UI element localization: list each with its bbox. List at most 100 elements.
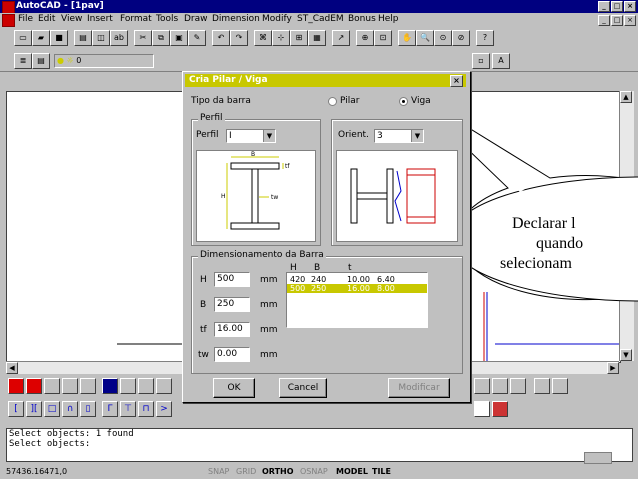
help-icon[interactable]: ? [476,30,494,46]
spelling-icon[interactable]: ab [110,30,128,46]
match-properties-icon[interactable]: ✎ [188,30,206,46]
text-style-icon[interactable]: A [492,53,510,69]
menu-file[interactable]: File [18,14,33,24]
command-hscroll[interactable] [584,452,612,464]
doc-restore-button[interactable]: □ [611,15,623,26]
report-tool-icon[interactable] [492,401,508,417]
cancel-button[interactable]: Cancel [279,378,327,398]
viewports-icon[interactable]: ⊡ [374,30,392,46]
tile-toggle[interactable]: TILE [372,467,391,476]
doc-minimize-button[interactable]: _ [598,15,610,26]
beam-tool-icon[interactable] [62,378,78,394]
redo-icon[interactable]: ↷ [230,30,248,46]
ucs-icon[interactable]: ⊞ [290,30,308,46]
menu-bonus[interactable]: Bonus [348,14,376,24]
double-c-section-icon[interactable]: ][ [26,401,42,417]
named-views-icon[interactable]: ⊕ [356,30,374,46]
model-toggle[interactable]: MODEL [336,467,368,476]
minimize-button[interactable]: _ [598,1,610,12]
cut-icon[interactable]: ✂ [134,30,152,46]
double-box-section-icon[interactable]: ▯ [80,401,96,417]
menu-st-cadem[interactable]: ST_CadEM [297,14,344,24]
close-button[interactable]: × [624,1,636,12]
scroll-down-icon[interactable]: ▼ [620,349,632,361]
properties-icon[interactable]: ▫ [472,53,490,69]
section-tool-icon[interactable] [138,378,154,394]
menu-view[interactable]: View [61,14,82,24]
detail-tool-icon[interactable] [120,378,136,394]
command-line[interactable]: Select objects: 1 found Select objects: [6,428,633,462]
frame-tool-icon[interactable] [552,378,568,394]
plate-tool-icon[interactable] [510,378,526,394]
chevron-down-icon[interactable]: ▼ [263,130,275,142]
bolt-tool-icon[interactable] [492,378,508,394]
osnap-toggle[interactable]: OSNAP [300,467,328,476]
ok-button[interactable]: OK [213,378,255,398]
command-scrollbar[interactable] [620,430,632,450]
menu-dimension[interactable]: Dimension [212,14,260,24]
blue-tool-icon[interactable] [102,378,118,394]
weld-tool-icon[interactable] [474,378,490,394]
tf-input[interactable]: 16.00 [214,322,250,337]
copy-icon[interactable]: ⧉ [152,30,170,46]
h-input[interactable]: 500 [214,272,250,287]
radio-viga[interactable] [399,97,408,106]
scroll-right-icon[interactable]: ▶ [607,362,619,374]
column-tool-icon[interactable] [44,378,60,394]
red-tool-2-icon[interactable] [26,378,42,394]
hyperlink-icon[interactable]: ⌘ [254,30,272,46]
zoom-window-icon[interactable]: ⊙ [434,30,452,46]
menu-format[interactable]: Format [120,14,152,24]
document-icon[interactable] [2,14,15,27]
grid-tool-icon[interactable] [80,378,96,394]
tw-input[interactable]: 0.00 [214,347,250,362]
grid-toggle[interactable]: GRID [236,467,256,476]
tee-section-icon[interactable]: ⊤ [120,401,136,417]
ortho-toggle[interactable]: ORTHO [262,467,294,476]
b-input[interactable]: 250 [214,297,250,312]
orient-select[interactable]: 3 ▼ [374,129,424,143]
snap-toggle[interactable]: SNAP [208,467,229,476]
chevron-down-icon[interactable]: ▼ [411,130,423,142]
paste-icon[interactable]: ▣ [170,30,188,46]
list-item[interactable]: 420 240 10.00 6.40 [287,275,427,284]
hat-section-icon[interactable]: ⊓ [138,401,154,417]
undo-icon[interactable]: ↶ [212,30,230,46]
menu-draw[interactable]: Draw [184,14,208,24]
restore-button[interactable]: □ [611,1,623,12]
angle-section-icon[interactable]: Γ [102,401,118,417]
radio-pilar-label[interactable]: Pilar [340,96,359,106]
menu-edit[interactable]: Edit [38,14,55,24]
c-section-icon[interactable]: [ [8,401,24,417]
menu-tools[interactable]: Tools [156,14,178,24]
preview-icon[interactable]: ◫ [92,30,110,46]
aerial-view-icon[interactable]: ▦ [308,30,326,46]
zoom-realtime-icon[interactable]: 🔍 [416,30,434,46]
menu-insert[interactable]: Insert [87,14,113,24]
dialog-close-button[interactable]: × [450,75,463,87]
modificar-button[interactable]: Modificar [388,378,450,398]
perfil-select[interactable]: I ▼ [226,129,276,143]
list-item-selected[interactable]: 500 250 16.00 8.00 [287,284,427,293]
perfis-listbox[interactable]: 420 240 10.00 6.40 500 250 16.00 8.00 [286,272,428,328]
scroll-left-icon[interactable]: ◀ [6,362,18,374]
table-tool-icon[interactable] [474,401,490,417]
print-icon[interactable]: ▤ [74,30,92,46]
doc-close-button[interactable]: × [624,15,636,26]
radio-pilar[interactable] [328,97,337,106]
anchor-tool-icon[interactable] [534,378,550,394]
menu-help[interactable]: Help [378,14,399,24]
layer-dropdown[interactable]: ● ☼ 0 [54,54,154,68]
snap-from-icon[interactable]: ⊹ [272,30,290,46]
connect-tool-icon[interactable] [156,378,172,394]
open-file-icon[interactable]: ▰ [32,30,50,46]
zoom-previous-icon[interactable]: ⊘ [452,30,470,46]
new-file-icon[interactable]: ▭ [14,30,32,46]
distance-icon[interactable]: ↗ [332,30,350,46]
z-section-icon[interactable]: > [156,401,172,417]
pan-icon[interactable]: ✋ [398,30,416,46]
red-tool-icon[interactable] [8,378,24,394]
box-section-icon[interactable]: □ [44,401,60,417]
omega-section-icon[interactable]: ∩ [62,401,78,417]
layers-icon[interactable]: ≣ [14,53,32,69]
